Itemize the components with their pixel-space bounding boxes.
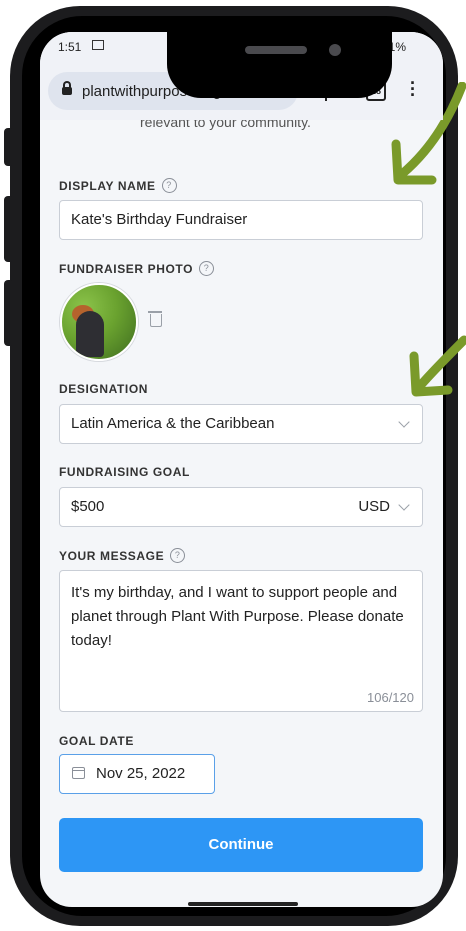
lock-icon — [62, 81, 72, 95]
home-indicator — [188, 902, 298, 906]
display-name-value: Kate's Birthday Fundraiser — [71, 211, 248, 228]
help-icon[interactable]: ? — [170, 548, 186, 563]
fundraising-goal-input[interactable]: $500 USD — [59, 487, 423, 527]
chevron-down-icon — [398, 499, 410, 511]
help-icon[interactable]: ? — [199, 261, 215, 276]
side-button — [4, 280, 14, 346]
notification-icon — [92, 40, 104, 50]
more-menu-icon[interactable]: · · · — [410, 74, 416, 104]
arrow-icon — [409, 335, 466, 397]
goal-date-value: Nov 25, 2022 — [96, 765, 186, 782]
display-name-label-text: DISPLAY NAME — [59, 178, 156, 193]
continue-button[interactable]: Continue — [59, 818, 423, 872]
goal-date-label: GOAL DATE — [59, 734, 134, 748]
speaker — [245, 46, 307, 54]
fundraising-goal-label: FUNDRAISING GOAL — [59, 465, 190, 479]
message-textarea[interactable]: It's my birthday, and I want to support … — [59, 570, 423, 712]
help-icon[interactable]: ? — [161, 178, 177, 193]
photo-person — [76, 311, 104, 357]
side-button — [4, 128, 14, 166]
camera — [329, 44, 341, 56]
your-message-label: YOUR MESSAGE ? — [59, 548, 186, 563]
designation-select[interactable]: Latin America & the Caribbean — [59, 404, 423, 444]
goal-date-label-text: GOAL DATE — [59, 734, 134, 748]
message-text: It's my birthday, and I want to support … — [71, 584, 404, 649]
fundraising-goal-label-text: FUNDRAISING GOAL — [59, 465, 190, 479]
designation-label-text: DESIGNATION — [59, 382, 149, 396]
calendar-icon — [72, 767, 85, 779]
phone-screen: 1:51 91% plantwithpurpose.org/?form=: 28… — [40, 32, 443, 907]
goal-amount: $500 — [71, 498, 105, 515]
goal-date-input[interactable]: Nov 25, 2022 — [59, 754, 215, 794]
designation-value: Latin America & the Caribbean — [71, 415, 275, 432]
currency-select[interactable]: USD — [358, 498, 390, 515]
your-message-label-text: YOUR MESSAGE — [59, 548, 165, 563]
fundraiser-photo-label: FUNDRAISER PHOTO ? — [59, 261, 215, 276]
display-name-input[interactable]: Kate's Birthday Fundraiser — [59, 200, 423, 240]
character-count: 106/120 — [367, 690, 414, 705]
page-content: relevant to your community. DISPLAY NAME… — [40, 114, 443, 907]
designation-label: DESIGNATION — [59, 382, 148, 396]
fundraiser-photo[interactable] — [60, 283, 138, 361]
display-name-label: DISPLAY NAME ? — [59, 178, 177, 193]
fundraiser-photo-label-text: FUNDRAISER PHOTO — [59, 261, 194, 276]
trash-icon[interactable] — [148, 311, 162, 327]
status-time: 1:51 — [58, 40, 82, 54]
side-button — [4, 196, 14, 262]
chevron-down-icon — [398, 416, 410, 428]
notch — [167, 32, 392, 98]
